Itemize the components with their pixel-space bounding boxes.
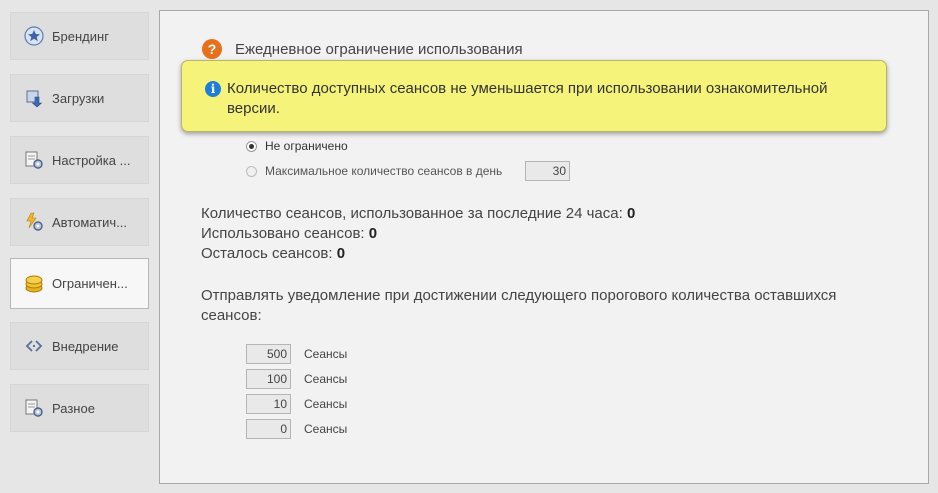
sidebar-item-label: Загрузки xyxy=(52,90,105,106)
radio-max-sessions-button[interactable] xyxy=(246,165,257,177)
sidebar-item-label: Внедрение xyxy=(52,338,119,354)
sidebar-item-label: Брендинг xyxy=(52,28,109,44)
sidebar-item-limits[interactable]: Ограничен... xyxy=(10,258,149,309)
threshold-unit: Сеансы xyxy=(304,372,348,386)
stat-used: Использовано сеансов: 0 xyxy=(201,225,378,242)
threshold-unit: Сеансы xyxy=(304,397,348,411)
settings-page-icon xyxy=(23,149,45,171)
radio-max-sessions-label: Максимальное количество сеансов в день xyxy=(265,164,503,178)
download-icon xyxy=(23,87,45,109)
threshold-row: 0 Сеансы xyxy=(246,419,347,439)
section-header: ? Ежедневное ограничение использования xyxy=(202,39,523,59)
sidebar-item-automation[interactable]: Автоматич... xyxy=(10,198,149,246)
radio-unlimited-button[interactable] xyxy=(246,140,257,152)
star-badge-icon xyxy=(23,25,45,47)
threshold-input[interactable]: 10 xyxy=(246,394,291,414)
threshold-input[interactable]: 100 xyxy=(246,369,291,389)
radio-unlimited[interactable]: Не ограничено xyxy=(246,139,348,153)
code-brackets-icon xyxy=(23,335,45,357)
sidebar-item-label: Разное xyxy=(52,400,95,416)
stat-used-24h: Количество сеансов, использованное за по… xyxy=(201,205,636,222)
sidebar: Брендинг Загрузки Настройка ... Автомати… xyxy=(0,0,158,493)
max-sessions-input[interactable]: 30 xyxy=(525,161,570,181)
threshold-unit: Сеансы xyxy=(304,347,348,361)
sidebar-item-label: Автоматич... xyxy=(52,214,128,230)
sidebar-item-label: Настройка ... xyxy=(52,152,131,168)
threshold-row: 10 Сеансы xyxy=(246,394,347,414)
session-stats: Количество сеансов, использованное за по… xyxy=(201,204,635,264)
sidebar-item-downloads[interactable]: Загрузки xyxy=(10,74,149,122)
threshold-row: 500 Сеансы xyxy=(246,344,347,364)
radio-unlimited-label: Не ограничено xyxy=(265,139,348,153)
stat-remaining: Осталось сеансов: 0 xyxy=(201,245,346,262)
threshold-input[interactable]: 500 xyxy=(246,344,291,364)
threshold-row: 100 Сеансы xyxy=(246,369,347,389)
info-tooltip: i Количество доступных сеансов не уменьш… xyxy=(181,60,887,132)
tooltip-text: Количество доступных сеансов не уменьшае… xyxy=(227,80,828,117)
sidebar-item-setup[interactable]: Настройка ... xyxy=(10,136,149,184)
coins-icon xyxy=(23,273,45,295)
sidebar-item-misc[interactable]: Разное xyxy=(10,384,149,432)
radio-max-sessions[interactable]: Максимальное количество сеансов в день 3… xyxy=(246,161,570,181)
sidebar-item-label: Ограничен... xyxy=(52,276,128,291)
sidebar-item-embedding[interactable]: Внедрение xyxy=(10,322,149,370)
threshold-input[interactable]: 0 xyxy=(246,419,291,439)
sidebar-item-branding[interactable]: Брендинг xyxy=(10,12,149,60)
notify-threshold-text: Отправлять уведомление при достижении сл… xyxy=(201,287,837,324)
automation-gear-icon xyxy=(23,211,45,233)
section-title: Ежедневное ограничение использования xyxy=(235,40,523,58)
help-icon[interactable]: ? xyxy=(202,39,222,59)
info-icon: i xyxy=(205,81,221,97)
misc-settings-icon xyxy=(23,397,45,419)
threshold-unit: Сеансы xyxy=(304,422,348,436)
